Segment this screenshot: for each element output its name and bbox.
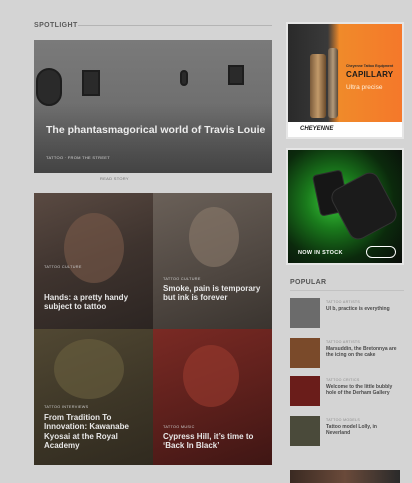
page: SPOTLIGHT TATTOO · FROM THE STREET The p… [0, 0, 412, 483]
modal-dim-overlay [0, 0, 412, 483]
